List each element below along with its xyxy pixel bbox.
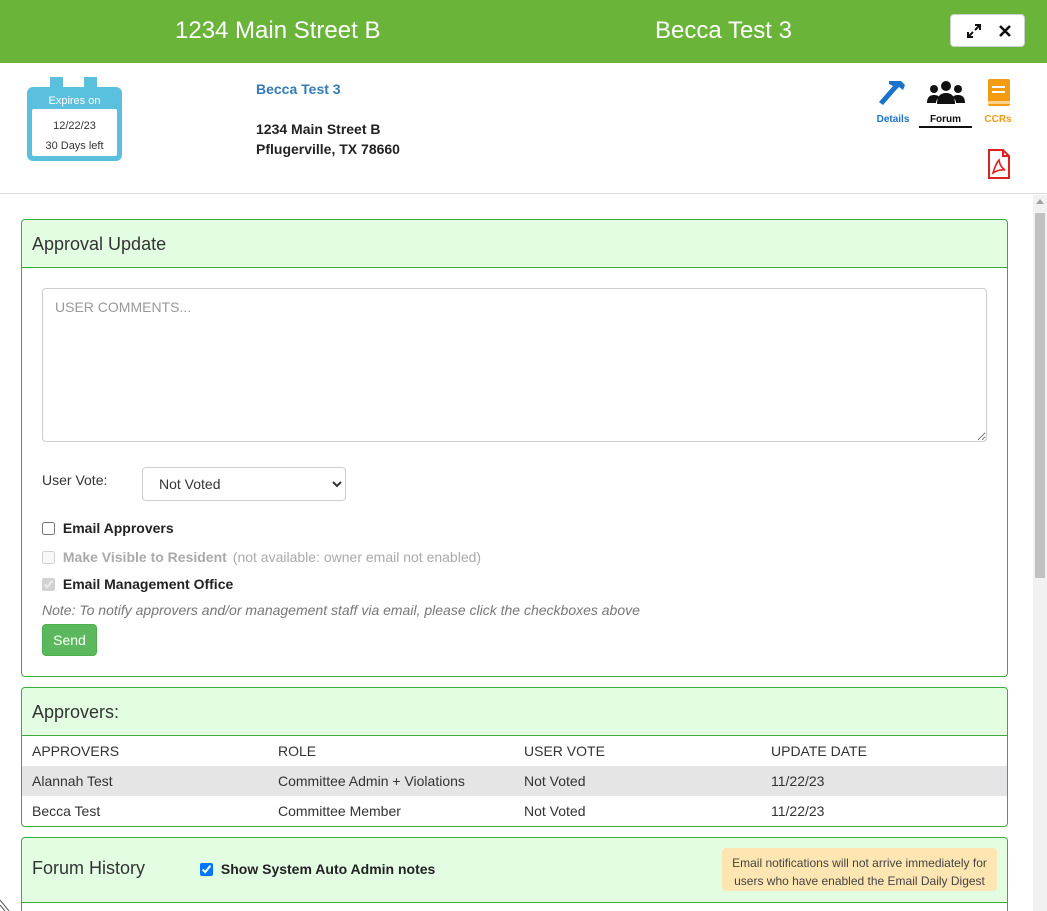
scroll-up-arrow-icon[interactable]: [1036, 199, 1044, 204]
forum-history-title: Forum History: [32, 858, 146, 878]
approver-role: Committee Member: [278, 803, 401, 819]
show-system-notes-row[interactable]: Show System Auto Admin notes: [200, 861, 435, 877]
show-system-notes-label: Show System Auto Admin notes: [220, 861, 436, 877]
notify-note: Note: To notify approvers and/or managem…: [42, 602, 640, 618]
column-header-update-date: UPDATE DATE: [771, 743, 867, 759]
user-vote-select[interactable]: Not Voted: [142, 467, 346, 501]
calendar-label: Expires on: [48, 95, 101, 107]
user-comments-input[interactable]: [42, 288, 987, 442]
make-visible-label: Make Visible to Resident: [62, 549, 227, 565]
top-bar-owner: Becca Test 3: [655, 17, 792, 44]
approver-update-date: 11/22/23: [771, 803, 825, 819]
approver-name: Alannah Test: [32, 773, 113, 789]
show-system-notes-checkbox[interactable]: [200, 863, 213, 876]
email-approvers-checkbox[interactable]: [42, 522, 55, 535]
pdf-icon[interactable]: [987, 149, 1011, 179]
nav-ccrs[interactable]: CCRs: [980, 78, 1016, 125]
approval-update-title: Approval Update: [32, 234, 167, 254]
email-approvers-checkbox-row[interactable]: Email Approvers: [42, 520, 174, 536]
table-header-row: APPROVERS ROLE USER VOTE UPDATE DATE: [22, 736, 1007, 766]
make-visible-checkbox-row: Make Visible to Resident (not available: …: [42, 549, 481, 565]
digest-notice: Email notifications will not arrive imme…: [722, 848, 997, 891]
nav-details[interactable]: Details: [873, 78, 913, 125]
address-line-1: 1234 Main Street B: [256, 121, 381, 137]
top-bar-address: 1234 Main Street B: [175, 17, 381, 44]
content-area: Approval Update User Vote: Not Voted Ema…: [0, 195, 1033, 911]
resize-handle-icon[interactable]: [0, 896, 12, 911]
owner-link[interactable]: Becca Test 3: [256, 81, 341, 97]
users-icon: [926, 81, 965, 104]
approvers-title: Approvers:: [32, 702, 120, 722]
nav-details-label: Details: [876, 114, 910, 125]
approver-role: Committee Admin + Violations: [278, 773, 465, 789]
column-header-role: ROLE: [278, 743, 317, 759]
close-icon[interactable]: [996, 22, 1014, 40]
column-header-approvers: APPROVERS: [32, 743, 120, 759]
book-icon: [988, 79, 1010, 106]
approval-update-panel: Approval Update User Vote: Not Voted Ema…: [21, 219, 1008, 677]
column-header-user-vote: USER VOTE: [524, 743, 605, 759]
nav-ccrs-label: CCRs: [984, 114, 1012, 125]
email-management-checkbox: [42, 578, 55, 591]
property-header: Expires on 12/22/23 30 Days left Becca T…: [0, 63, 1047, 194]
expand-icon[interactable]: [965, 22, 983, 40]
email-management-label: Email Management Office: [62, 576, 234, 592]
top-bar: 1234 Main Street B Becca Test 3: [0, 0, 1047, 63]
approver-vote: Not Voted: [524, 773, 586, 789]
make-visible-note: (not available: owner email not enabled): [232, 549, 482, 565]
nav-forum[interactable]: Forum: [919, 78, 972, 128]
approvers-table: APPROVERS ROLE USER VOTE UPDATE DATE Ala…: [22, 736, 1007, 826]
email-approvers-label: Email Approvers: [62, 520, 174, 536]
email-management-checkbox-row: Email Management Office: [42, 576, 233, 592]
expiration-calendar: Expires on 12/22/23 30 Days left: [27, 77, 122, 161]
nav-forum-label: Forum: [929, 114, 962, 125]
make-visible-checkbox: [42, 551, 55, 564]
approver-vote: Not Voted: [524, 803, 586, 819]
expiration-date: 12/22/23: [53, 120, 96, 132]
approver-name: Becca Test: [32, 803, 101, 819]
hammer-icon: [879, 81, 905, 105]
table-row: Alannah Test Committee Admin + Violation…: [22, 766, 1007, 796]
forum-history-panel: Forum History Show System Auto Admin not…: [21, 837, 1008, 911]
scrollbar-thumb[interactable]: [1035, 213, 1045, 578]
vertical-scrollbar[interactable]: [1033, 195, 1047, 911]
user-vote-label: User Vote:: [42, 472, 108, 488]
send-button[interactable]: Send: [42, 624, 97, 656]
approvers-panel: Approvers: APPROVERS ROLE USER VOTE UPDA…: [21, 687, 1008, 827]
days-left: 30 Days left: [45, 140, 104, 152]
table-row: Becca Test Committee Member Not Voted 11…: [22, 796, 1007, 826]
window-buttons: [950, 14, 1025, 47]
address-line-2: Pflugerville, TX 78660: [256, 141, 400, 157]
approver-update-date: 11/22/23: [771, 773, 825, 789]
